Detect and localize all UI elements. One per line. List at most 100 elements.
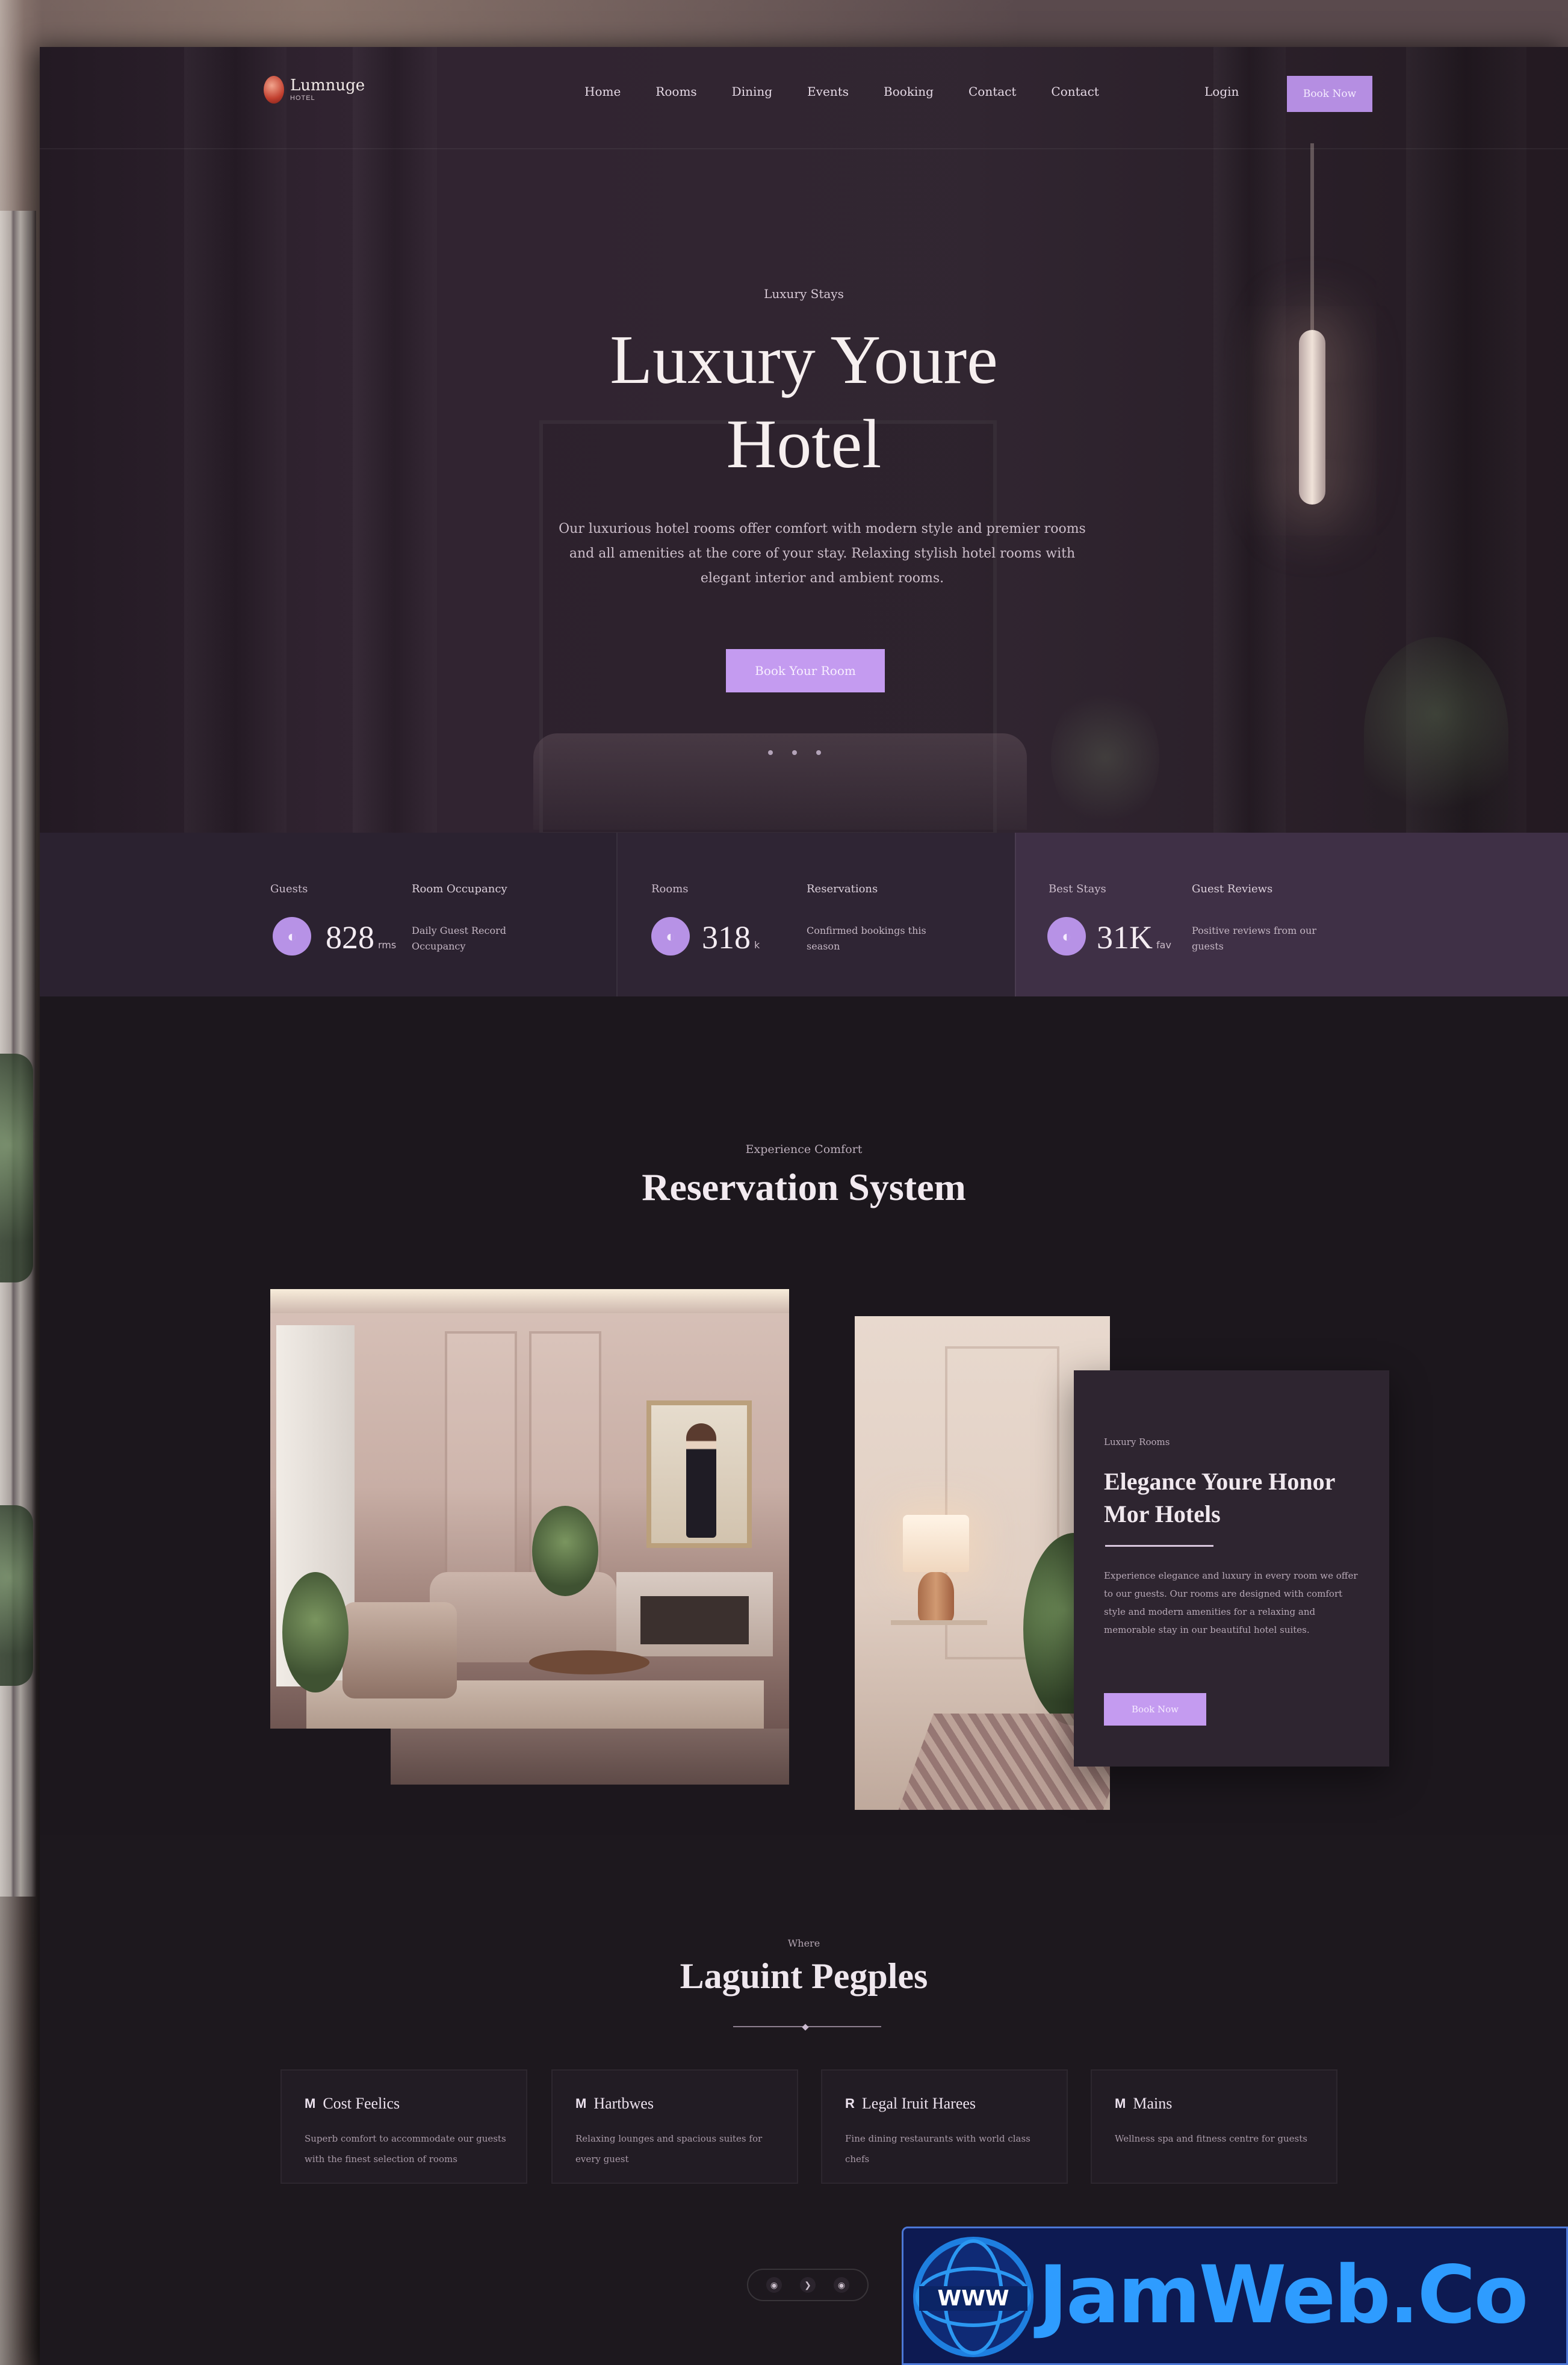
stat-card-highlighted: Best Stays Guest Reviews ◐ 31K fav Positi… — [1015, 833, 1568, 996]
stat-icon: ◐ — [651, 917, 690, 956]
nav-divider — [40, 148, 1568, 149]
slider-dot[interactable] — [816, 750, 821, 755]
nav-link-dining[interactable]: Dining — [732, 84, 772, 99]
portrait-figure — [686, 1423, 716, 1538]
hero-plant — [1051, 685, 1159, 830]
feature-description: Relaxing lounges and spacious suites for… — [575, 2133, 763, 2165]
card-book-button[interactable]: Book Now — [1104, 1693, 1206, 1726]
reservation-card: Luxury Rooms Elegance Youre Honor Mor Ho… — [1074, 1370, 1389, 1767]
feature-title: Legal Iruit Harees — [861, 2095, 976, 2112]
wall-sconce-rod — [1310, 143, 1314, 330]
card-title: Elegance Youre Honor Mor Hotels — [1104, 1468, 1335, 1527]
hero-title-line2: Hotel — [726, 406, 882, 483]
logo-icon — [264, 76, 284, 104]
room-photo — [855, 1316, 1110, 1810]
stat-caption: Positive reviews from our guests — [1192, 925, 1316, 952]
feature-icon: R — [845, 2096, 855, 2111]
hero-bed — [533, 733, 1027, 830]
stat-eyebrow: Best Stays — [1049, 883, 1106, 895]
logo-text: Lumnuge HOTEL — [290, 78, 365, 102]
stat-value: 318 k — [702, 919, 760, 956]
nav-links: Home Rooms Dining Events Booking Contact… — [584, 84, 1099, 99]
feature-icon: M — [575, 2096, 587, 2111]
feature-card[interactable]: M Hartbwes Relaxing lounges and spacious… — [551, 2069, 798, 2184]
feature-description: Superb comfort to accommodate our guests… — [305, 2133, 506, 2165]
feature-title: Cost Feelics — [323, 2095, 400, 2112]
fireplace — [616, 1572, 773, 1656]
brand-logo[interactable]: Lumnuge HOTEL — [264, 76, 365, 104]
stat-value: 828 rms — [326, 919, 396, 956]
stat-number: 31K — [1097, 919, 1153, 956]
lobby-photo-extension — [391, 1729, 789, 1785]
features-eyebrow: Where — [787, 1938, 820, 1949]
slider-dot[interactable] — [792, 750, 797, 755]
stat-caption: Daily Guest Record Occupancy — [412, 925, 507, 952]
photo-plant — [532, 1506, 598, 1596]
nav-link-contact[interactable]: Contact — [968, 84, 1016, 99]
nav-link-events[interactable]: Events — [807, 84, 849, 99]
watermark-text: JamWeb.Co — [1038, 2249, 1528, 2342]
features-title: Laguint Pegples — [680, 1956, 928, 1996]
feature-head: R Legal Iruit Harees — [845, 2095, 976, 2113]
feature-title: Mains — [1133, 2095, 1173, 2112]
stat-caption-title: Reservations — [807, 883, 878, 895]
nav-link-booking[interactable]: Booking — [884, 84, 934, 99]
reservation-title: Reservation System — [642, 1166, 966, 1208]
hero-title-line1: Luxury Youre — [610, 322, 998, 399]
website-mockup: Lumnuge HOTEL Home Rooms Dining Events B… — [40, 47, 1568, 2365]
stat-caption: Confirmed bookings this season — [807, 925, 926, 952]
stat-icon: ◐ — [1047, 917, 1086, 956]
watermark-logo: WWW JamWeb.Co — [902, 2227, 1568, 2365]
portrait-frame — [646, 1400, 752, 1548]
book-now-button[interactable]: Book Now — [1287, 76, 1372, 112]
pager-prev-icon[interactable]: ◉ — [766, 2277, 782, 2293]
slider-dot[interactable] — [768, 750, 773, 755]
lobby-photo — [270, 1289, 789, 1729]
divider-diamond — [802, 2024, 809, 2031]
lamp-shade — [903, 1515, 969, 1572]
photo-plant — [282, 1572, 349, 1692]
hero-slider-dots — [768, 750, 821, 755]
feature-card[interactable]: M Cost Feelics Superb comfort to accommo… — [280, 2069, 527, 2184]
feature-icon: M — [305, 2096, 316, 2111]
stat-card: Guests Room Occupancy ◐ 828 rms Daily Gue… — [40, 833, 616, 996]
stat-unit: fav — [1156, 939, 1171, 951]
stat-caption-title: Guest Reviews — [1192, 883, 1273, 895]
armchair — [342, 1602, 457, 1698]
feature-title: Hartbwes — [593, 2095, 654, 2112]
lamp-base — [918, 1572, 954, 1623]
feature-card[interactable]: M Mains Wellness spa and fitness centre … — [1091, 2069, 1337, 2184]
login-link[interactable]: Login — [1204, 84, 1239, 99]
stat-unit: k — [754, 939, 760, 951]
stat-card: Rooms Reservations ◐ 318 k Confirmed book… — [616, 833, 1015, 996]
stat-value: 31K fav — [1097, 919, 1171, 956]
features-divider — [40, 2024, 1568, 2031]
stats-strip: Guests Room Occupancy ◐ 828 rms Daily Gue… — [40, 833, 1568, 996]
feature-card[interactable]: R Legal Iruit Harees Fine dining restaur… — [821, 2069, 1068, 2184]
hero-title: Luxury Youre Hotel — [40, 318, 1568, 486]
pager-next-icon[interactable]: ❯ — [800, 2277, 816, 2293]
logo-subtitle: HOTEL — [290, 95, 315, 102]
top-navigation: Lumnuge HOTEL Home Rooms Dining Events B… — [40, 47, 1568, 149]
globe-icon: WWW — [913, 2237, 1033, 2357]
card-divider — [1105, 1545, 1213, 1547]
feature-head: M Cost Feelics — [305, 2095, 400, 2113]
hero-eyebrow: Luxury Stays — [764, 287, 844, 301]
stat-eyebrow: Rooms — [651, 883, 689, 895]
background-plant — [0, 1505, 33, 1686]
photo-ceiling — [270, 1289, 789, 1313]
sofa — [430, 1572, 616, 1662]
feature-head: M Hartbwes — [575, 2095, 654, 2113]
feature-head: M Mains — [1115, 2095, 1172, 2113]
stat-caption-title: Room Occupancy — [412, 883, 507, 895]
card-eyebrow: Luxury Rooms — [1104, 1437, 1170, 1447]
nav-link-rooms[interactable]: Rooms — [655, 84, 696, 99]
stat-unit: rms — [378, 939, 397, 951]
background-plant — [0, 1054, 33, 1282]
pager-dot-icon[interactable]: ◉ — [834, 2277, 849, 2293]
stat-number: 828 — [326, 919, 374, 956]
hero-book-button[interactable]: Book Your Room — [726, 649, 885, 692]
nav-link-home[interactable]: Home — [584, 84, 621, 99]
nav-link-more[interactable]: Contact — [1051, 84, 1099, 99]
stat-eyebrow: Guests — [270, 883, 308, 895]
